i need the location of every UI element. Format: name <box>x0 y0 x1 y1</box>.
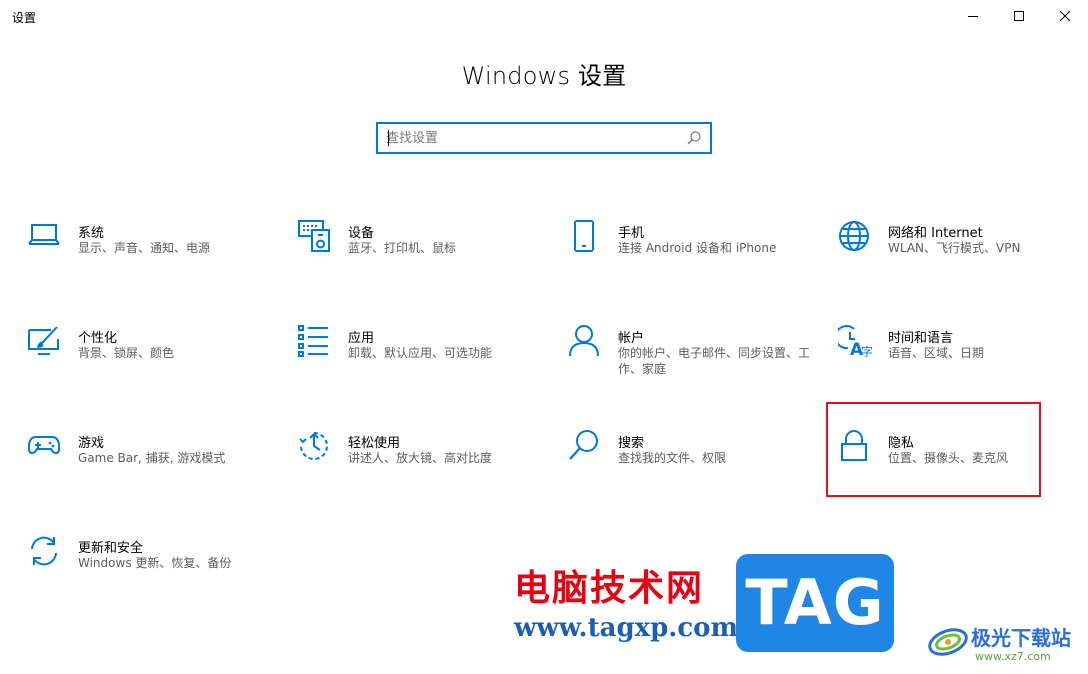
search-box[interactable] <box>376 122 712 154</box>
category-network[interactable]: 网络和 Internet WLAN、飞行模式、VPN <box>838 220 1088 300</box>
category-description: 语音、区域、日期 <box>888 346 985 360</box>
category-personalization[interactable]: 个性化 背景、锁屏、颜色 <box>28 325 278 405</box>
category-update-security[interactable]: 更新和安全 Windows 更新、恢复、备份 <box>28 535 278 615</box>
search-icon <box>568 430 604 466</box>
category-time-language[interactable]: A 字 时间和语言 语音、区域、日期 <box>838 325 1088 405</box>
time-language-icon: A 字 <box>838 325 874 361</box>
category-devices[interactable]: 设备 蓝牙、打印机、鼠标 <box>298 220 548 300</box>
watermark-site-name: 电脑技术网 <box>514 568 705 609</box>
window-title: 设置 <box>12 11 37 25</box>
category-description: 背景、锁屏、颜色 <box>78 346 175 360</box>
category-ease-of-access[interactable]: 轻松使用 讲述人、放大镜、高对比度 <box>298 430 548 510</box>
update-icon <box>28 535 64 571</box>
category-description: 卸载、默认应用、可选功能 <box>348 346 493 360</box>
category-gaming[interactable]: 游戏 Game Bar, 捕获, 游戏模式 <box>28 430 278 510</box>
category-apps[interactable]: 应用 卸载、默认应用、可选功能 <box>298 325 548 405</box>
category-description: Game Bar, 捕获, 游戏模式 <box>78 451 226 465</box>
category-title: 设备 <box>348 226 375 241</box>
category-description: 蓝牙、打印机、鼠标 <box>348 241 457 255</box>
person-icon <box>568 325 604 361</box>
watermark-site-url: www.tagxp.com <box>514 613 739 643</box>
category-title: 时间和语言 <box>888 331 954 346</box>
page-title: Windows 设置 <box>461 62 627 90</box>
watermark-tag-badge: TAG <box>736 554 894 652</box>
category-title: 更新和安全 <box>78 541 144 556</box>
category-title: 轻松使用 <box>348 436 401 451</box>
category-accounts[interactable]: 帐户 你的帐户、电子邮件、同步设置、工作、家庭 <box>568 325 818 405</box>
ease-of-access-icon <box>298 430 334 466</box>
category-description: Windows 更新、恢复、备份 <box>78 556 232 570</box>
minimize-icon <box>968 16 978 17</box>
category-description: 显示、声音、通知、电源 <box>78 241 211 255</box>
laptop-icon <box>28 220 64 256</box>
search-icon[interactable] <box>686 130 702 146</box>
category-title: 个性化 <box>78 331 118 346</box>
search-input[interactable] <box>386 124 676 152</box>
text-caret <box>388 130 389 146</box>
close-button[interactable] <box>1042 0 1088 32</box>
watermark-partner-name: 极光下载站 <box>971 626 1071 650</box>
category-title: 网络和 Internet <box>888 226 983 241</box>
aurora-logo-icon <box>928 628 968 656</box>
minimize-button[interactable] <box>950 0 996 32</box>
category-title: 帐户 <box>618 331 645 346</box>
watermark-partner-url: www.xz7.com <box>975 650 1051 663</box>
category-description: 讲述人、放大镜、高对比度 <box>348 451 493 465</box>
category-description: 你的帐户、电子邮件、同步设置、工作、家庭 <box>618 346 811 376</box>
category-system[interactable]: 系统 显示、声音、通知、电源 <box>28 220 278 300</box>
svg-text:字: 字 <box>861 344 872 357</box>
category-title: 搜索 <box>618 436 645 451</box>
category-title: 游戏 <box>78 436 105 451</box>
category-search[interactable]: 搜索 查找我的文件、权限 <box>568 430 818 510</box>
globe-icon <box>838 220 874 256</box>
category-title: 系统 <box>78 226 105 241</box>
maximize-icon <box>1014 11 1024 21</box>
privacy-highlight-box <box>826 402 1041 497</box>
category-description: 连接 Android 设备和 iPhone <box>618 241 777 255</box>
category-title: 应用 <box>348 331 375 346</box>
category-description: 查找我的文件、权限 <box>618 451 727 465</box>
title-bar: 设置 <box>0 0 1088 32</box>
personalization-icon <box>28 325 64 361</box>
close-icon <box>1059 10 1071 22</box>
category-description: WLAN、飞行模式、VPN <box>888 241 1021 255</box>
apps-icon <box>298 325 334 361</box>
category-phone[interactable]: 手机 连接 Android 设备和 iPhone <box>568 220 818 300</box>
gamepad-icon <box>28 430 64 466</box>
maximize-button[interactable] <box>996 0 1042 32</box>
category-title: 手机 <box>618 226 645 241</box>
devices-icon <box>298 220 334 256</box>
phone-icon <box>568 220 604 256</box>
